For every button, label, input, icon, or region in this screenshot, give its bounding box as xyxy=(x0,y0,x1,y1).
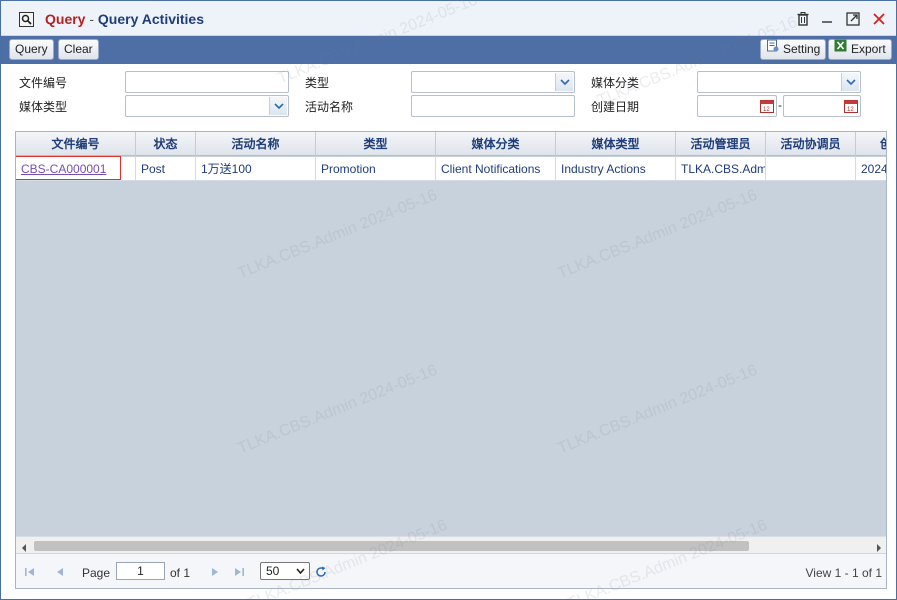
calendar-icon[interactable]: 12 xyxy=(760,99,774,113)
date-from-input[interactable]: 12 xyxy=(697,95,777,117)
page-label: Page xyxy=(82,566,111,580)
query-form: 文件编号 类型 媒体分类 媒体类型 活动名称 创建日期 12 - 12 xyxy=(1,64,896,124)
next-page-icon[interactable] xyxy=(209,566,221,578)
toolbar: Query Clear Setting Export xyxy=(1,36,896,64)
media-type-select[interactable] xyxy=(125,95,289,117)
setting-label: Setting xyxy=(783,42,821,56)
first-page-icon[interactable] xyxy=(24,566,36,578)
chevron-down-icon xyxy=(269,97,287,115)
refresh-icon[interactable] xyxy=(315,566,327,578)
date-to-input[interactable]: 12 xyxy=(783,95,861,117)
media-type-label: 媒体类型 xyxy=(19,100,68,114)
calendar-icon[interactable]: 12 xyxy=(844,99,858,113)
table-row[interactable]: CBS-CA000001 Post 1万送100 Promotion Clien… xyxy=(16,156,886,181)
column-header-status[interactable]: 状态 xyxy=(136,132,196,156)
chevron-down-icon xyxy=(555,73,573,91)
excel-icon xyxy=(834,39,847,58)
column-header-manager[interactable]: 活动管理员 xyxy=(676,132,766,156)
column-header-type[interactable]: 类型 xyxy=(316,132,436,156)
window-title: Query - Query Activities xyxy=(45,11,204,27)
chevron-down-icon xyxy=(296,568,305,574)
cell-activity-name: 1万送100 xyxy=(196,157,316,181)
clear-button[interactable]: Clear xyxy=(58,39,99,60)
column-header-activity-name[interactable]: 活动名称 xyxy=(196,132,316,156)
type-label: 类型 xyxy=(305,76,330,90)
query-window: Query - Query Activities Query Clear Set… xyxy=(0,0,897,600)
cell-coordinator xyxy=(766,157,856,181)
column-header-coordinator[interactable]: 活动协调员 xyxy=(766,132,856,156)
cell-status: Post xyxy=(136,157,196,181)
horizontal-scrollbar[interactable] xyxy=(16,536,886,553)
activity-name-label: 活动名称 xyxy=(305,100,354,114)
doc-no-input[interactable] xyxy=(125,71,289,93)
cell-manager: TLKA.CBS.Admin xyxy=(676,157,766,181)
last-page-icon[interactable] xyxy=(233,566,245,578)
column-header-created[interactable]: 创 xyxy=(856,132,886,156)
close-icon[interactable] xyxy=(871,11,889,29)
page-of-label: of 1 xyxy=(170,566,191,580)
prev-page-icon[interactable] xyxy=(54,566,66,578)
media-category-select[interactable] xyxy=(697,71,861,93)
title-app: Query xyxy=(45,11,86,27)
title-page: Query Activities xyxy=(97,11,205,27)
cell-type: Promotion xyxy=(316,157,436,181)
setting-icon xyxy=(766,39,779,58)
title-bar: Query - Query Activities xyxy=(1,1,896,36)
doc-no-link[interactable]: CBS-CA000001 xyxy=(21,162,106,176)
activities-grid: 文件编号 状态 活动名称 类型 媒体分类 媒体类型 活动管理员 活动协调员 创 … xyxy=(15,131,887,589)
column-header-media-type[interactable]: 媒体类型 xyxy=(556,132,676,156)
scrollbar-thumb[interactable] xyxy=(34,541,749,551)
grid-header: 文件编号 状态 活动名称 类型 媒体分类 媒体类型 活动管理员 活动协调员 创 xyxy=(16,132,886,156)
pager: Page 1 of 1 50 View 1 - 1 of 1 xyxy=(16,553,886,588)
query-button[interactable]: Query xyxy=(9,39,54,60)
view-range-text: View 1 - 1 of 1 xyxy=(805,566,883,580)
page-size-value: 50 xyxy=(266,564,280,578)
search-window-icon xyxy=(19,12,34,27)
minimize-icon[interactable] xyxy=(819,11,837,29)
export-button[interactable]: Export xyxy=(828,39,892,60)
date-separator: - xyxy=(778,98,782,112)
doc-no-label: 文件编号 xyxy=(19,76,68,90)
cell-media-category: Client Notifications xyxy=(436,157,556,181)
cell-created: 2024 xyxy=(856,157,886,181)
title-separator: - xyxy=(85,11,98,27)
page-number-input[interactable]: 1 xyxy=(116,562,165,580)
maximize-icon[interactable] xyxy=(845,11,863,29)
column-header-doc-no[interactable]: 文件编号 xyxy=(16,132,136,156)
activity-name-input[interactable] xyxy=(411,95,575,117)
created-date-label: 创建日期 xyxy=(591,100,640,114)
setting-button[interactable]: Setting xyxy=(760,39,827,60)
page-size-select[interactable]: 50 xyxy=(260,562,310,580)
type-select[interactable] xyxy=(411,71,575,93)
svg-text:12: 12 xyxy=(847,107,854,113)
trash-icon[interactable] xyxy=(795,11,813,29)
export-label: Export xyxy=(851,42,886,56)
column-header-media-category[interactable]: 媒体分类 xyxy=(436,132,556,156)
cell-doc-no: CBS-CA000001 xyxy=(16,157,136,181)
media-category-label: 媒体分类 xyxy=(591,76,640,90)
svg-text:12: 12 xyxy=(763,107,770,113)
chevron-down-icon xyxy=(841,73,859,91)
cell-media-type: Industry Actions xyxy=(556,157,676,181)
